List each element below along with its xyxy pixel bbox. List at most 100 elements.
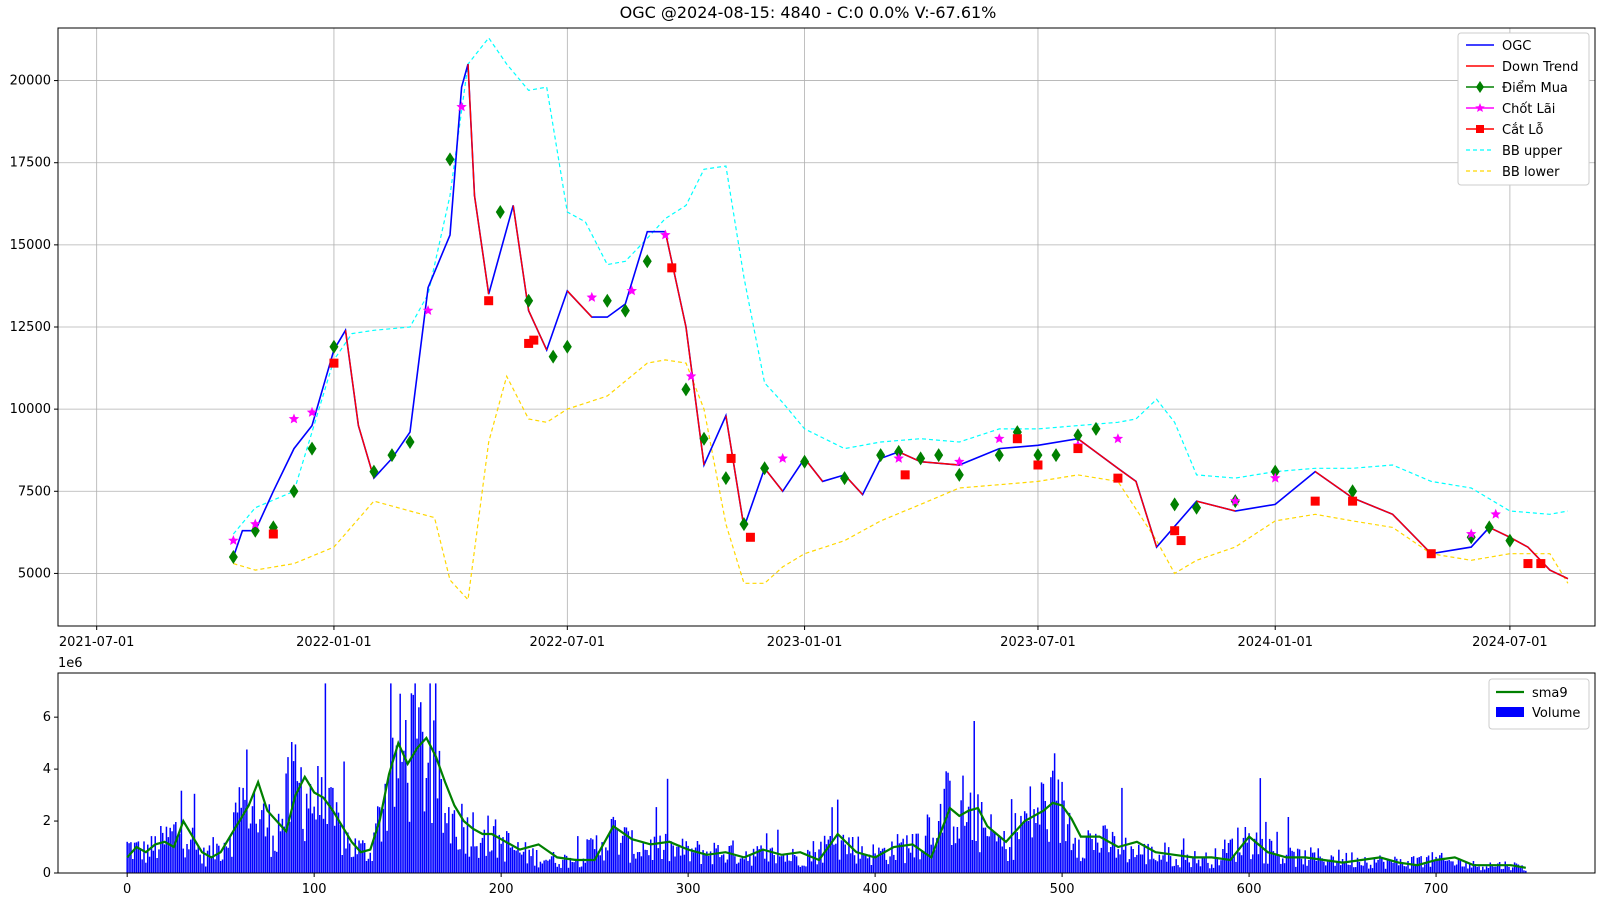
volume-bar [1442, 857, 1445, 873]
take-profit-marker [1112, 433, 1124, 444]
volume-bar [868, 854, 871, 873]
volume-bar [148, 856, 151, 873]
volume-bar [713, 842, 716, 873]
volume-bar [969, 792, 972, 873]
volume-bar [734, 856, 736, 873]
volume-bar [1397, 865, 1400, 873]
volume-bar [1511, 867, 1514, 873]
buy-marker [876, 448, 886, 463]
volume-bar [962, 775, 964, 873]
volume-bar [507, 833, 510, 873]
volume-bar [132, 859, 134, 873]
volume-bar [178, 834, 181, 873]
buy-marker [642, 254, 652, 269]
volume-bar [1224, 839, 1226, 873]
volume-bar [150, 836, 153, 873]
volume-bar [1078, 839, 1080, 873]
volume-bar [1493, 866, 1495, 873]
volume-bar [1115, 857, 1118, 873]
buy-marker [524, 293, 534, 308]
volume-bar [328, 787, 330, 873]
volume-bar [1482, 866, 1484, 873]
volume-bar [1018, 839, 1020, 873]
volume-bar [1177, 865, 1179, 873]
volume-bar [1216, 858, 1219, 873]
volume-bar [210, 858, 213, 873]
legend-label: Volume [1532, 706, 1580, 721]
volume-bar [958, 838, 961, 873]
volume-bar [1240, 855, 1243, 873]
volume-bar [898, 843, 901, 873]
volume-bar [1235, 861, 1237, 873]
volume-bar [420, 702, 422, 873]
volume-bar [1117, 849, 1119, 873]
volume-bar [1427, 855, 1430, 873]
volume-bar [984, 827, 987, 873]
volume-bar [676, 846, 678, 873]
volume-bar [354, 838, 357, 873]
volume-bar [1506, 865, 1508, 873]
volume-bar [915, 833, 917, 873]
volume-bar [472, 812, 474, 873]
volume-bar [780, 856, 783, 873]
volume-bar [414, 683, 416, 873]
volume-bar [973, 721, 975, 873]
volume-x-tick-label: 0 [123, 882, 131, 897]
take-profit-marker [586, 291, 598, 302]
volume-bar [1218, 865, 1220, 873]
volume-bar [506, 831, 508, 873]
volume-bar [1459, 860, 1462, 873]
volume-bar [481, 837, 484, 873]
volume-bar [592, 839, 594, 873]
volume-bar [193, 793, 196, 873]
volume-bar [850, 853, 852, 873]
volume-bar [745, 851, 747, 873]
volume-bar [519, 852, 521, 873]
volume-bar [317, 766, 319, 873]
volume-bar [1126, 862, 1129, 873]
volume-bar [1102, 825, 1104, 873]
volume-bar [1205, 852, 1207, 873]
volume-x-tick-label: 100 [302, 882, 327, 897]
volume-bar [1130, 846, 1133, 873]
volume-bar [937, 821, 940, 873]
volume-bar [1278, 855, 1280, 873]
buy-marker [681, 382, 691, 397]
stop-loss-marker [1348, 496, 1358, 506]
stop-loss-marker [484, 296, 494, 306]
volume-bar [477, 857, 480, 873]
volume-bar [543, 860, 545, 873]
volume-bar [749, 854, 751, 873]
stop-loss-marker [667, 263, 677, 273]
volume-bar [754, 856, 757, 873]
volume-bar [1134, 857, 1136, 873]
volume-bar [908, 848, 910, 873]
volume-bar [451, 813, 454, 873]
buy-marker [1192, 500, 1202, 515]
volume-bar [218, 845, 220, 873]
volume-bar [1031, 837, 1033, 873]
volume-bar [390, 683, 392, 873]
volume-bar [1027, 821, 1030, 873]
volume-bar [1212, 867, 1215, 873]
volume-bar [1190, 867, 1192, 873]
volume-bar [1108, 852, 1110, 873]
volume-bar [747, 860, 749, 873]
volume-bar [1001, 846, 1004, 873]
volume-bar [266, 827, 269, 873]
take-profit-marker [994, 433, 1005, 444]
volume-bar [408, 821, 411, 873]
volume-bar [1106, 828, 1108, 873]
volume-bar [1119, 854, 1121, 873]
volume-y-tick-label: 6 [43, 710, 51, 725]
volume-bar [1124, 837, 1127, 873]
volume-bar [1100, 847, 1103, 873]
volume-bar [382, 808, 385, 873]
volume-bar [896, 834, 899, 873]
volume-bar [160, 826, 162, 873]
volume-bar [603, 860, 605, 873]
volume-bar [562, 859, 564, 873]
volume-bar [1098, 852, 1101, 873]
volume-bar [692, 852, 695, 873]
volume-bar [1141, 854, 1144, 873]
